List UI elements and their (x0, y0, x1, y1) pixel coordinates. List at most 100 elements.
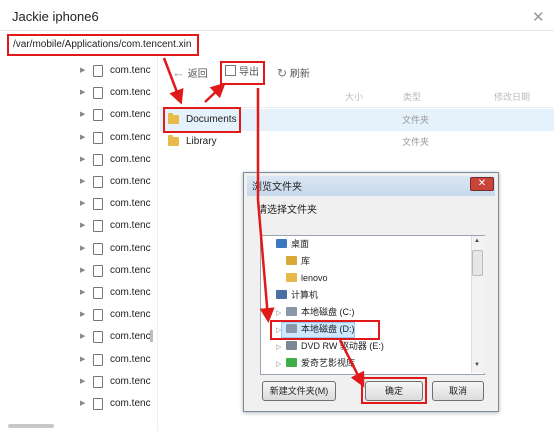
export-icon (225, 65, 236, 76)
cancel-button[interactable]: 取消 (432, 381, 484, 401)
folder-tree-label: 桌面 (291, 239, 310, 249)
expand-arrow-icon[interactable]: ▶ (80, 372, 85, 392)
tree-item-label: com.tenc (110, 375, 151, 387)
file-icon (93, 109, 103, 122)
file-icon (93, 398, 103, 410)
dialog-close-button[interactable]: ✕ (470, 177, 494, 191)
file-icon (93, 331, 103, 344)
file-name: Library (186, 136, 217, 147)
dvd-icon (286, 341, 297, 350)
expand-arrow-icon[interactable]: ▶ (80, 239, 85, 259)
expand-arrow-icon[interactable]: ▶ (80, 83, 85, 103)
tree-item-label: com.tenc (110, 309, 151, 321)
tree-item-label: com.tenc (110, 198, 151, 210)
ok-highlight (361, 377, 427, 404)
file-type: 文件夹 (402, 137, 430, 147)
file-icon (93, 287, 103, 299)
tree-item[interactable]: ▶ com.tenc (80, 61, 152, 81)
folder-tree-item[interactable]: 计算机 (266, 287, 318, 303)
tree-item[interactable]: ▶ com.tenc (80, 83, 152, 103)
horizontal-scrollbar[interactable] (8, 424, 54, 428)
folder-tree-label: 库 (301, 256, 311, 266)
tree-item-label: com.tenc (110, 398, 151, 409)
drive-icon (286, 307, 297, 316)
tree-item-label: com.tenc (110, 331, 151, 343)
folder-tree-label: 计算机 (291, 290, 319, 300)
desktop-icon (276, 239, 287, 248)
tree-item[interactable]: ▶ com.tenc (80, 394, 152, 414)
drive-d-highlight (270, 320, 380, 340)
folder-tree-item[interactable]: lenovo (276, 270, 328, 286)
scroll-down-icon[interactable]: ▼ (474, 362, 480, 368)
tree-item-label: com.tenc (110, 176, 151, 187)
folder-icon (168, 135, 179, 146)
tree-item[interactable]: ▶ com.tenc (80, 216, 152, 236)
back-button[interactable]: ← 返回 (172, 62, 208, 84)
library-icon (286, 256, 297, 265)
expand-arrow-icon[interactable]: ▶ (80, 261, 85, 281)
tree-item[interactable]: ▶ com.tenc (80, 239, 152, 259)
column-type[interactable]: 类型 (403, 90, 421, 103)
expand-arrow-icon[interactable]: ▷ (276, 357, 286, 373)
tree-item[interactable]: ▶ com.tenc (80, 150, 152, 170)
tree-item[interactable]: ▶ com.tenc (80, 261, 152, 281)
tree-item-label: com.tenc (110, 109, 151, 121)
expand-arrow-icon[interactable]: ▶ (80, 61, 85, 81)
tree-item[interactable]: ▶ com.tenc (80, 372, 152, 392)
tree-item[interactable]: ▶ com.tenc (80, 128, 152, 148)
expand-arrow-icon[interactable]: ▶ (80, 394, 85, 414)
column-modified[interactable]: 修改日期 (494, 90, 530, 103)
expand-arrow-icon[interactable]: ▶ (80, 327, 85, 347)
expand-arrow-icon[interactable]: ▶ (80, 305, 85, 325)
folder-tree-label: 爱奇艺影视库 (301, 358, 356, 368)
expand-arrow-icon[interactable]: ▶ (80, 216, 85, 236)
file-icon (93, 131, 103, 144)
tree-item-label: com.tenc (110, 242, 151, 254)
tree-item[interactable]: ▶ com.tenc (80, 194, 152, 214)
tree-item-label: com.tenc (110, 220, 151, 232)
export-button[interactable]: 导出 (220, 61, 265, 85)
expand-arrow-icon[interactable]: ▶ (80, 105, 85, 125)
tree-item[interactable]: ▶ com.tenc (80, 105, 152, 125)
folder-tree-label: DVD RW 驱动器 (E:) (301, 341, 384, 351)
path-field[interactable]: /var/mobile/Applications/com.tencent.xin (7, 34, 199, 56)
folder-tree-item[interactable]: 桌面 (266, 236, 309, 252)
file-icon (93, 153, 103, 166)
tree-item[interactable]: ▶ com.tenc (80, 327, 152, 347)
expand-arrow-icon[interactable]: ▶ (80, 128, 85, 148)
tree-item[interactable]: ▶ com.tenc (80, 350, 152, 370)
folder-tree-item[interactable]: ▷ DVD RW 驱动器 (E:) (276, 338, 384, 354)
arrow-left-icon: ← (172, 65, 185, 80)
folder-tree-label: 本地磁盘 (C:) (301, 307, 355, 317)
tree-scrollbar[interactable] (150, 330, 153, 342)
file-icon (93, 375, 103, 388)
tree-item-label: com.tenc (110, 87, 151, 99)
file-row-library[interactable]: Library 文件夹 (160, 131, 554, 153)
tree-item[interactable]: ▶ com.tenc (80, 283, 152, 303)
header-divider (0, 30, 554, 31)
expand-arrow-icon[interactable]: ▶ (80, 283, 85, 303)
scroll-up-icon[interactable]: ▲ (474, 238, 480, 244)
close-icon[interactable]: ✕ (532, 8, 545, 26)
expand-arrow-icon[interactable]: ▶ (80, 172, 85, 192)
tree-item[interactable]: ▶ com.tenc (80, 305, 152, 325)
app-folder-icon (286, 358, 297, 367)
folder-tree-item[interactable]: ▷ 本地磁盘 (C:) (276, 304, 355, 320)
expand-arrow-icon[interactable]: ▶ (80, 150, 85, 170)
scroll-thumb[interactable] (472, 250, 483, 276)
expand-arrow-icon[interactable]: ▷ (276, 340, 286, 356)
new-folder-button[interactable]: 新建文件夹(M) (262, 381, 336, 401)
computer-icon (276, 290, 287, 299)
tree-item-label: com.tenc (110, 353, 151, 365)
refresh-button[interactable]: ↻ 刷新 (277, 62, 310, 84)
file-type: 文件夹 (402, 115, 430, 125)
expand-arrow-icon[interactable]: ▶ (80, 194, 85, 214)
file-icon (93, 309, 103, 322)
tree-item[interactable]: ▶ com.tenc (80, 172, 152, 192)
folder-tree-item[interactable]: 库 (276, 253, 310, 269)
folder-tree-item[interactable]: ▷ 爱奇艺影视库 (276, 355, 355, 371)
user-folder-icon (286, 273, 297, 282)
column-size[interactable]: 大小 (345, 90, 363, 103)
back-label: 返回 (187, 69, 208, 80)
expand-arrow-icon[interactable]: ▶ (80, 350, 85, 370)
